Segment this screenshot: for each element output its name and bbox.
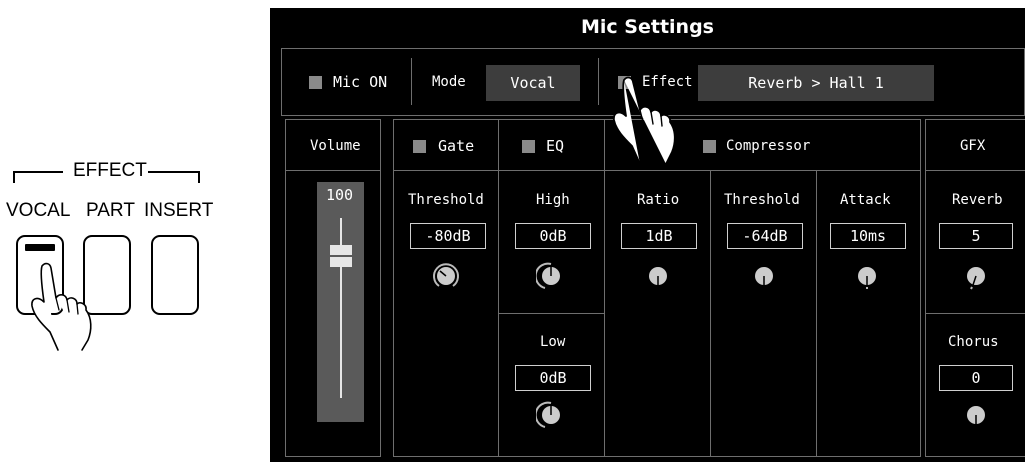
gate-threshold-value[interactable]: -80dB	[410, 223, 486, 249]
divider	[498, 119, 499, 457]
comp-threshold-knob[interactable]	[749, 261, 779, 291]
gate-threshold-label: Threshold	[408, 192, 484, 208]
mode-select[interactable]: Vocal	[486, 65, 580, 101]
chorus-knob[interactable]	[961, 400, 991, 430]
mic-on-label: Mic ON	[333, 73, 388, 91]
part-label: PART	[86, 200, 135, 221]
attack-knob[interactable]	[852, 261, 882, 291]
reverb-label: Reverb	[952, 192, 1003, 208]
gate-label: Gate	[438, 137, 475, 155]
divider	[816, 170, 817, 457]
reverb-knob[interactable]	[961, 261, 991, 291]
mic-settings-screen: Mic Settings Mic ON Mode Vocal Effect Re…	[270, 8, 1025, 462]
attack-value[interactable]: 10ms	[830, 223, 906, 249]
gate-checkbox[interactable]	[413, 140, 426, 153]
reverb-value[interactable]: 5	[939, 223, 1013, 249]
gate-threshold-knob[interactable]	[431, 261, 461, 291]
divider	[604, 119, 605, 457]
bracket-right-tick	[198, 171, 200, 183]
mic-on-checkbox[interactable]	[309, 76, 322, 89]
gfx-label: GFX	[960, 138, 986, 154]
divider	[393, 170, 921, 171]
divider	[925, 313, 1025, 314]
divider	[411, 58, 412, 105]
eq-label: EQ	[546, 137, 565, 155]
eq-checkbox[interactable]	[522, 140, 535, 153]
effect-type-select[interactable]: Reverb > Hall 1	[698, 65, 934, 101]
effect-group-label: EFFECT	[73, 160, 147, 181]
comp-threshold-label: Threshold	[724, 192, 800, 208]
mode-label: Mode	[432, 74, 466, 90]
pointing-hand-icon	[31, 262, 92, 351]
bracket-left	[13, 171, 63, 173]
divider	[598, 58, 599, 105]
eq-high-value[interactable]: 0dB	[515, 223, 591, 249]
compressor-checkbox[interactable]	[703, 140, 716, 153]
volume-value: 100	[326, 186, 354, 204]
ratio-knob[interactable]	[643, 261, 673, 291]
insert-label: INSERT	[144, 200, 214, 221]
insert-button[interactable]	[151, 235, 199, 315]
bracket-left-tick	[13, 171, 15, 183]
vocal-label: VOCAL	[6, 200, 71, 221]
comp-threshold-value[interactable]: -64dB	[727, 223, 803, 249]
divider	[285, 170, 381, 171]
chorus-value[interactable]: 0	[939, 365, 1013, 391]
divider	[498, 313, 604, 314]
eq-low-value[interactable]: 0dB	[515, 365, 591, 391]
pointing-hand-icon	[613, 76, 676, 165]
vocal-led-indicator	[25, 244, 55, 251]
eq-high-knob[interactable]	[536, 261, 566, 291]
volume-label: Volume	[310, 138, 361, 154]
divider	[925, 170, 1025, 171]
eq-low-label: Low	[540, 334, 566, 350]
chorus-label: Chorus	[948, 334, 999, 350]
divider	[710, 170, 711, 457]
eq-high-label: High	[536, 192, 570, 208]
compressor-label: Compressor	[726, 138, 811, 154]
page-title: Mic Settings	[581, 16, 714, 38]
bracket-right	[148, 171, 200, 173]
eq-low-knob[interactable]	[536, 400, 566, 430]
volume-fader-handle[interactable]	[330, 245, 352, 267]
attack-label: Attack	[840, 192, 891, 208]
ratio-label: Ratio	[637, 192, 680, 208]
ratio-value[interactable]: 1dB	[621, 223, 697, 249]
